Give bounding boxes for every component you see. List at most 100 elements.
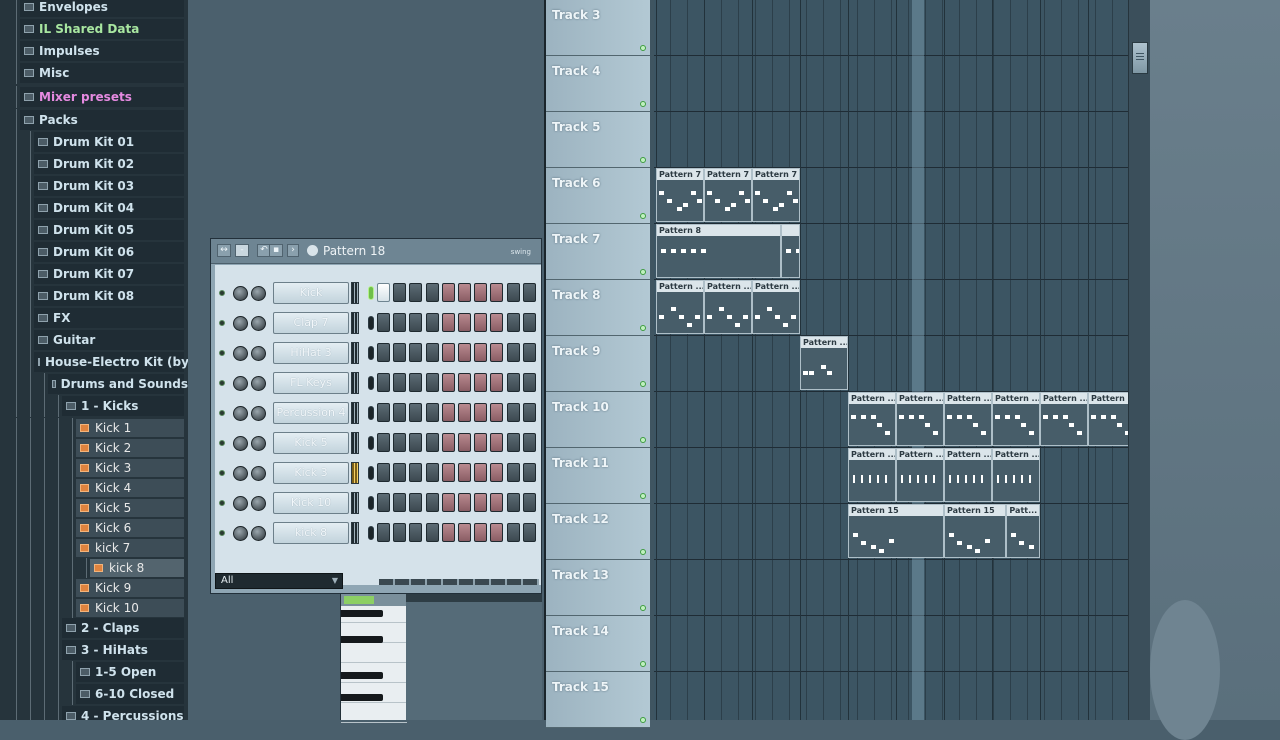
black-key[interactable]: [341, 672, 383, 679]
step-button[interactable]: [474, 343, 488, 362]
step-button[interactable]: [393, 283, 407, 302]
pattern-selector[interactable]: Pattern 18: [323, 244, 385, 258]
channel-select-toggle[interactable]: [368, 496, 374, 510]
channel-name-button[interactable]: Kick: [273, 282, 349, 304]
pattern-clip[interactable]: Pattern 7: [704, 168, 752, 222]
sample-item[interactable]: Kick 2: [0, 438, 188, 458]
step-button[interactable]: [441, 283, 455, 302]
step-button[interactable]: [441, 313, 455, 332]
track-header[interactable]: Track 14: [546, 616, 650, 672]
playhead[interactable]: [912, 0, 924, 720]
channel-select-toggle[interactable]: [368, 466, 374, 480]
step-button[interactable]: [409, 343, 423, 362]
channel-mute-led[interactable]: [219, 530, 225, 536]
volume-knob[interactable]: [251, 436, 266, 451]
step-button[interactable]: [522, 313, 536, 332]
step-button[interactable]: [474, 373, 488, 392]
step-button[interactable]: [425, 433, 439, 452]
pattern-clip[interactable]: Patt...: [1006, 504, 1040, 558]
volume-knob[interactable]: [251, 286, 266, 301]
pattern-clip[interactable]: Pattern ...: [848, 392, 896, 446]
volume-knob[interactable]: [251, 406, 266, 421]
folder-item[interactable]: Drum Kit 02: [0, 153, 188, 175]
pattern-clip[interactable]: Pattern ...: [656, 280, 704, 334]
step-button[interactable]: [458, 463, 471, 482]
pan-knob[interactable]: [233, 346, 248, 361]
step-button[interactable]: [393, 343, 407, 362]
step-button[interactable]: [409, 433, 423, 452]
folder-item[interactable]: Drum Kit 01: [0, 131, 188, 153]
volume-knob[interactable]: [251, 466, 266, 481]
track-header[interactable]: Track 4: [546, 56, 650, 112]
step-button[interactable]: [409, 373, 423, 392]
pan-knob[interactable]: [233, 466, 248, 481]
step-button[interactable]: [522, 493, 536, 512]
step-button[interactable]: [474, 283, 488, 302]
pattern-clip[interactable]: Pattern ...: [704, 280, 752, 334]
step-button[interactable]: [393, 313, 407, 332]
folder-item[interactable]: Drum Kit 05: [0, 219, 188, 241]
step-button[interactable]: [377, 313, 390, 332]
step-button[interactable]: [409, 283, 423, 302]
pan-knob[interactable]: [233, 406, 248, 421]
channel-name-button[interactable]: Clap 7: [273, 312, 349, 334]
step-scrollbar[interactable]: [379, 579, 539, 585]
folder-item[interactable]: Drum Kit 04: [0, 197, 188, 219]
track-enable-led[interactable]: [640, 549, 646, 555]
volume-knob[interactable]: [251, 526, 266, 541]
folder-item[interactable]: 1-5 Open: [0, 661, 188, 683]
pattern-clip[interactable]: Pattern ...: [1040, 392, 1088, 446]
folder-item[interactable]: 6-10 Closed: [0, 683, 188, 705]
step-button[interactable]: [522, 343, 536, 362]
track-header[interactable]: Track 6: [546, 168, 650, 224]
channel-mute-led[interactable]: [219, 320, 225, 326]
channel-mute-led[interactable]: [219, 290, 225, 296]
black-key[interactable]: [341, 694, 383, 701]
channel-select-toggle[interactable]: [368, 406, 374, 420]
step-button[interactable]: [458, 283, 471, 302]
track-enable-led[interactable]: [640, 45, 646, 51]
step-button[interactable]: [458, 523, 471, 542]
channel-name-button[interactable]: Kick 3: [273, 462, 349, 484]
pattern-clip[interactable]: Pattern ...: [800, 336, 848, 390]
step-button[interactable]: [506, 373, 520, 392]
step-button[interactable]: [393, 493, 407, 512]
track-enable-led[interactable]: [640, 101, 646, 107]
pan-knob[interactable]: [233, 286, 248, 301]
step-button[interactable]: [425, 343, 439, 362]
track-enable-led[interactable]: [640, 381, 646, 387]
sample-item[interactable]: kick 8: [0, 558, 188, 578]
track-enable-led[interactable]: [640, 325, 646, 331]
step-button[interactable]: [377, 523, 390, 542]
track-enable-led[interactable]: [640, 605, 646, 611]
pattern-clip[interactable]: Pattern 7: [656, 168, 704, 222]
step-button[interactable]: [458, 313, 471, 332]
channel-select-toggle[interactable]: [368, 286, 374, 300]
track-enable-led[interactable]: [640, 157, 646, 163]
volume-knob[interactable]: [251, 376, 266, 391]
channel-filter-select[interactable]: All ▼: [215, 573, 343, 589]
vertical-scrollbar[interactable]: [1128, 0, 1151, 720]
track-header[interactable]: Track 9: [546, 336, 650, 392]
folder-item[interactable]: 4 - Percussions: [0, 705, 188, 720]
channel-mute-led[interactable]: [219, 500, 225, 506]
pan-knob[interactable]: [233, 496, 248, 511]
step-button[interactable]: [425, 403, 439, 422]
step-button[interactable]: [474, 403, 488, 422]
arrow-right-icon[interactable]: ›: [287, 244, 299, 257]
view-mode-icon[interactable]: -: [235, 244, 249, 257]
step-button[interactable]: [506, 283, 520, 302]
step-button[interactable]: [522, 403, 536, 422]
step-button[interactable]: [441, 343, 455, 362]
volume-knob[interactable]: [251, 496, 266, 511]
pattern-clip[interactable]: Pattern 15: [848, 504, 944, 558]
sample-item[interactable]: Kick 3: [0, 458, 188, 478]
channel-mute-led[interactable]: [219, 350, 225, 356]
step-button[interactable]: [441, 523, 455, 542]
step-button[interactable]: [377, 403, 390, 422]
pattern-clip[interactable]: Pattern ...: [896, 448, 944, 502]
volume-knob[interactable]: [251, 316, 266, 331]
step-button[interactable]: [425, 493, 439, 512]
step-button[interactable]: [377, 373, 390, 392]
step-button[interactable]: [441, 403, 455, 422]
